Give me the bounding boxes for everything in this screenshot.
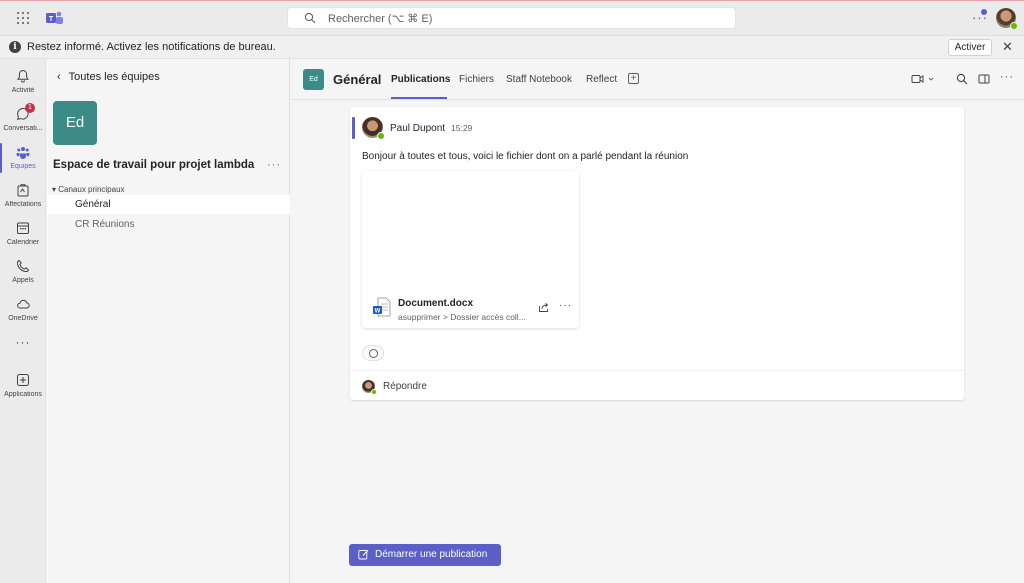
new-post-button[interactable]: Démarrer une publication: [349, 544, 501, 566]
rail-label: OneDrive: [8, 315, 38, 322]
app-launcher-icon[interactable]: [16, 11, 30, 25]
notification-banner: i Restez informé. Activez les notificati…: [0, 36, 1024, 59]
file-more-button[interactable]: ···: [559, 300, 572, 311]
search-icon: [304, 12, 316, 24]
active-tab-indicator: [391, 97, 447, 99]
notification-dot: [981, 9, 987, 15]
channels-section-header[interactable]: ▾ Canaux principaux: [52, 185, 125, 194]
post-author[interactable]: Paul Dupont: [390, 123, 445, 134]
channel-item-general[interactable]: Général: [47, 195, 290, 214]
post-message: Bonjour à toutes et tous, voici le fichi…: [362, 151, 689, 162]
add-reaction-button[interactable]: [362, 345, 384, 361]
tab-staff-notebook[interactable]: Staff Notebook: [506, 74, 572, 85]
rail-item-assignments[interactable]: Affectations: [0, 177, 46, 215]
rail-item-more[interactable]: ···: [0, 329, 46, 367]
rail-item-applications[interactable]: Applications: [0, 367, 46, 405]
channel-header: Ed Général Publications Fichiers Staff N…: [291, 59, 1024, 100]
cloud-icon: [17, 299, 30, 309]
file-name[interactable]: Document.docx: [398, 298, 473, 309]
rail-item-calendar[interactable]: Calendrier: [0, 215, 46, 253]
bell-icon: [17, 69, 29, 83]
team-more-button[interactable]: ···: [267, 159, 281, 171]
app-rail: Activité 1 Conversati... Équipes Affecta…: [0, 59, 46, 583]
post-card: Paul Dupont 15:29 Bonjour à toutes et to…: [350, 107, 964, 400]
back-label: Toutes les équipes: [68, 71, 160, 83]
tab-files[interactable]: Fichiers: [459, 74, 494, 85]
window-top-border: [0, 0, 1024, 1]
presence-available-icon: [1010, 22, 1018, 30]
author-avatar[interactable]: [362, 117, 385, 140]
more-apps-icon: ···: [15, 335, 31, 349]
new-post-label: Démarrer une publication: [375, 549, 488, 560]
rail-label: Calendrier: [6, 239, 40, 246]
banner-text: Restez informé. Activez les notification…: [27, 41, 276, 53]
tab-publications[interactable]: Publications: [391, 74, 450, 85]
add-app-icon: [17, 374, 29, 386]
channel-avatar: Ed: [303, 69, 324, 90]
back-to-teams-link[interactable]: ‹ Toutes les équipes: [57, 71, 160, 83]
tab-reflect[interactable]: Reflect: [586, 74, 617, 85]
channel-info-icon[interactable]: [978, 73, 990, 85]
rail-label: Conversati...: [3, 125, 43, 132]
video-call-icon[interactable]: [911, 73, 935, 85]
chevron-left-icon: ‹: [57, 71, 61, 83]
teams-logo-icon: T: [46, 11, 63, 24]
team-name: Espace de travail pour projet lambda: [53, 159, 255, 171]
title-bar: T Rechercher (⌥ ⌘ E) ···: [0, 0, 1024, 36]
rail-item-teams[interactable]: Équipes: [0, 139, 46, 177]
calendar-icon: [17, 222, 29, 234]
file-preview[interactable]: [362, 171, 579, 289]
rail-label: Affectations: [4, 201, 42, 208]
search-placeholder: Rechercher (⌥ ⌘ E): [328, 13, 433, 25]
close-banner-icon[interactable]: ✕: [1002, 39, 1013, 55]
rail-label: Activité: [11, 87, 35, 94]
reply-bar[interactable]: Répondre: [350, 370, 964, 400]
team-avatar[interactable]: Ed: [53, 101, 97, 145]
assignments-icon: [17, 184, 29, 197]
presence-available-icon: [371, 389, 377, 395]
conversation-area: Paul Dupont 15:29 Bonjour à toutes et to…: [291, 101, 1024, 583]
search-input[interactable]: Rechercher (⌥ ⌘ E): [287, 7, 736, 29]
rail-item-activity[interactable]: Activité: [0, 63, 46, 101]
rail-item-calls[interactable]: Appels: [0, 253, 46, 291]
compose-icon: [358, 549, 369, 560]
search-icon[interactable]: [956, 73, 968, 85]
team-panel: ‹ Toutes les équipes Ed Espace de travail…: [47, 59, 290, 583]
presence-available-icon: [377, 132, 385, 140]
rail-item-chat[interactable]: 1 Conversati...: [0, 101, 46, 139]
section-label: Canaux principaux: [58, 185, 125, 194]
activate-notifications-button[interactable]: Activer: [948, 39, 992, 56]
reply-user-avatar: [362, 380, 377, 395]
add-tab-icon[interactable]: +: [628, 73, 639, 84]
channel-item-cr-reunions[interactable]: CR Réunions: [47, 215, 290, 234]
channel-title: Général: [333, 72, 382, 87]
user-avatar[interactable]: [996, 8, 1018, 30]
rail-label: Équipes: [10, 163, 36, 170]
post-accent-bar: [352, 117, 355, 139]
rail-label: Appels: [12, 277, 34, 284]
rail-label: Applications: [4, 391, 42, 398]
file-attachment-card[interactable]: W Document.docx asupprimer > Dossier acc…: [362, 171, 579, 328]
teams-icon: [16, 147, 30, 159]
smiley-icon: [369, 349, 378, 358]
channel-more-button[interactable]: ···: [1000, 71, 1014, 83]
svg-text:W: W: [375, 308, 381, 314]
unread-badge: 1: [25, 103, 35, 113]
word-document-icon: W: [373, 297, 391, 317]
rail-item-onedrive[interactable]: OneDrive: [0, 291, 46, 329]
svg-text:T: T: [49, 16, 54, 23]
info-icon: i: [9, 41, 21, 53]
reply-label: Répondre: [383, 381, 427, 392]
post-timestamp: 15:29: [451, 123, 473, 133]
file-path: asupprimer > Dossier accès coll...: [398, 312, 526, 322]
share-icon[interactable]: [538, 302, 549, 313]
phone-icon: [16, 259, 30, 273]
